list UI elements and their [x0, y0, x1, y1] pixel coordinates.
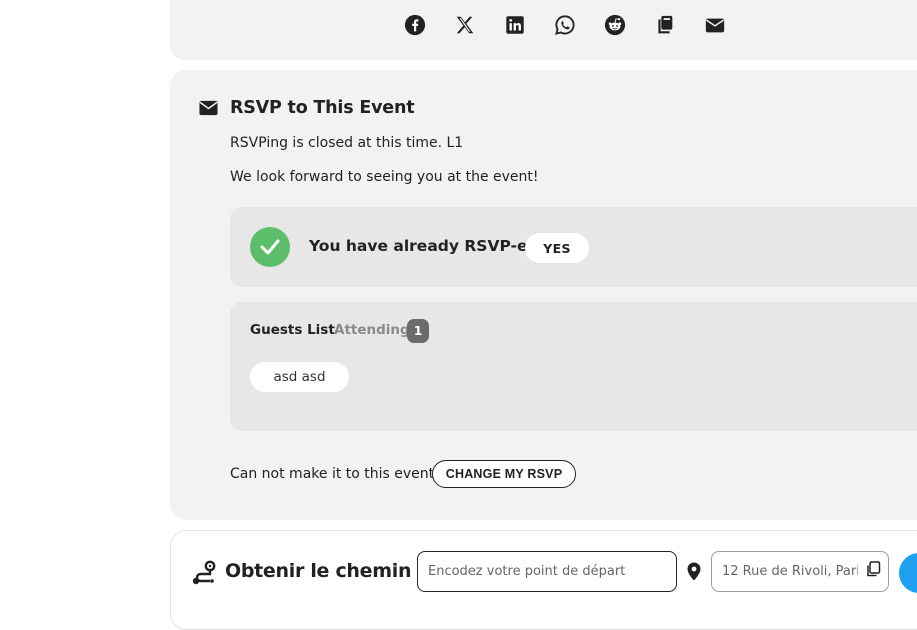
change-rsvp-button[interactable]: CHANGE MY RSVP	[432, 460, 576, 488]
envelope-icon	[199, 100, 218, 116]
facebook-icon[interactable]	[404, 14, 426, 36]
look-forward-text: We look forward to seeing you at the eve…	[230, 169, 539, 185]
rsvp-closed-text: RSVPing is closed at this time. L1	[230, 135, 464, 151]
rsvp-status-text: You have already RSVP-ed	[309, 237, 539, 255]
route-icon	[191, 560, 217, 586]
directions-section: Obtenir le chemin	[170, 530, 917, 630]
whatsapp-icon[interactable]	[554, 14, 576, 36]
location-pin-icon	[687, 562, 701, 581]
attending-label: Attending	[334, 322, 410, 338]
destination-input[interactable]	[711, 551, 889, 592]
rsvp-section: RSVP to This Event RSVPing is closed at …	[170, 70, 917, 520]
start-point-input[interactable]	[417, 551, 677, 592]
cannot-attend-text: Can not make it to this event?	[230, 466, 442, 482]
get-directions-button[interactable]	[899, 553, 917, 593]
copy-icon[interactable]	[654, 14, 676, 36]
linkedin-icon[interactable]	[504, 14, 526, 36]
attending-count-badge: 1	[407, 319, 429, 343]
check-icon	[250, 227, 290, 267]
share-bar	[170, 0, 917, 60]
guest-chip: asd asd	[250, 362, 349, 392]
x-icon[interactable]	[454, 14, 476, 36]
envelope-icon[interactable]	[704, 14, 726, 36]
directions-title: Obtenir le chemin	[225, 560, 412, 582]
rsvp-status-box: You have already RSVP-ed YES	[230, 207, 917, 287]
rsvp-status-badge: YES	[525, 233, 589, 263]
reddit-icon[interactable]	[604, 14, 626, 36]
guests-list: Guests List Attending 1 asd asd	[230, 302, 917, 431]
copy-icon[interactable]	[865, 561, 881, 578]
rsvp-title: RSVP to This Event	[230, 98, 415, 118]
guests-list-label: Guests List	[250, 322, 335, 338]
